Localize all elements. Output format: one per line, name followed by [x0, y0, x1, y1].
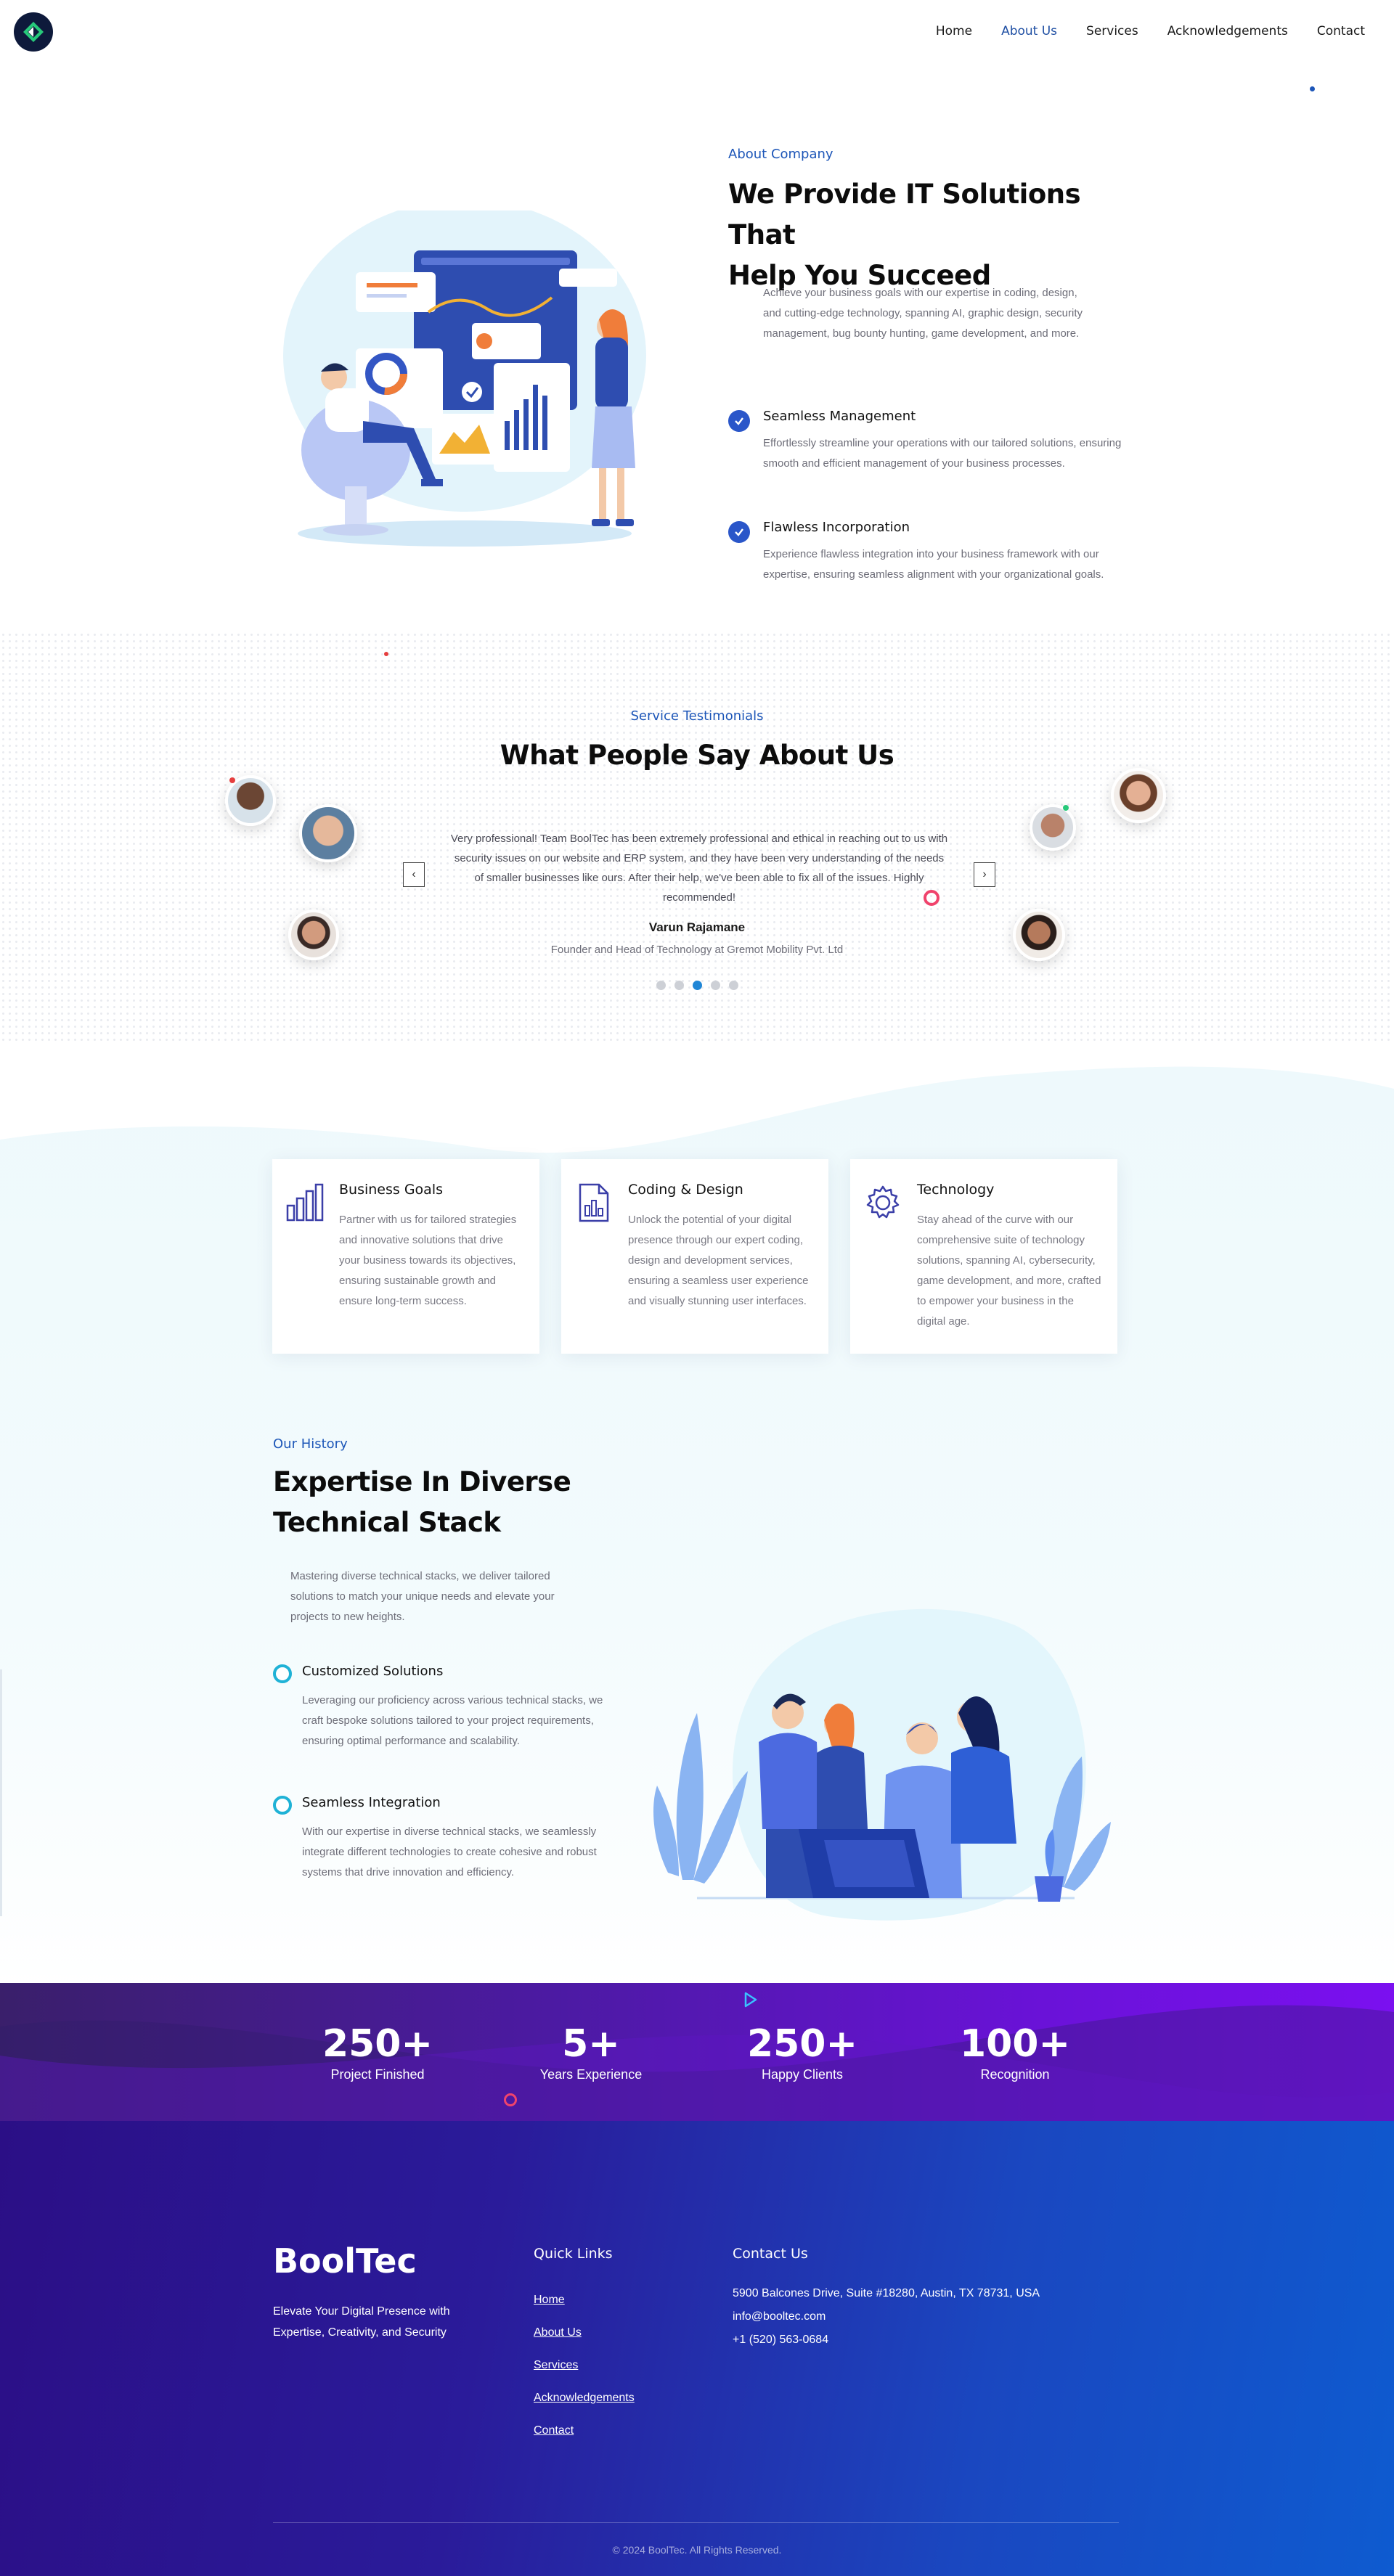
ring-icon	[273, 1664, 292, 1683]
contact-phone[interactable]: +1 (520) 563-0684	[733, 2328, 1040, 2352]
avatar	[1111, 768, 1166, 823]
site-footer: BoolTec Elevate Your Digital Presence wi…	[0, 2121, 1394, 2576]
play-icon	[743, 1992, 758, 2011]
slider-bullet[interactable]	[710, 981, 720, 990]
history-feature-2-title: Seamless Integration	[302, 1795, 441, 1810]
counter-label: Recognition	[980, 2067, 1050, 2082]
history-eyebrow: Our History	[273, 1436, 348, 1452]
service-card-title: Business Goals	[339, 1182, 443, 1198]
contact-email[interactable]: info@booltec.com	[733, 2305, 1040, 2328]
counter-label: Years Experience	[539, 2067, 643, 2082]
slider-bullet-active[interactable]	[692, 981, 702, 990]
contact-address: 5900 Balcones Drive, Suite #18280, Austi…	[733, 2287, 1040, 2299]
service-card-text: Partner with us for tailored strategies …	[339, 1214, 517, 1307]
slider-pagination	[0, 981, 1394, 990]
service-card-text: Stay ahead of the curve with our compreh…	[917, 1214, 1101, 1328]
counter-item: 100+ Recognition	[942, 2022, 1088, 2082]
testimonials-eyebrow: Service Testimonials	[630, 708, 764, 724]
counter-label: Project Finished	[330, 2067, 425, 2082]
site-header: Home About Us Services Acknowledgements …	[0, 0, 1394, 65]
chevron-left-icon: ‹	[412, 868, 416, 880]
about-intro: Achieve your business goals with our exp…	[763, 287, 1083, 340]
team-illustration	[639, 1597, 1118, 1931]
avatar	[1030, 804, 1076, 851]
slider-bullet[interactable]	[656, 981, 666, 990]
decorative-ring	[924, 890, 939, 906]
footer-divider	[273, 2522, 1119, 2523]
footer-brand[interactable]: BoolTec	[273, 2241, 417, 2281]
left-edge-line	[0, 1669, 2, 1916]
service-card-text: Unlock the potential of your digital pre…	[628, 1214, 809, 1307]
testimonials-title: What People Say About Us	[500, 740, 894, 771]
testimonial-next-button[interactable]: ›	[974, 862, 995, 887]
copyright: © 2024 BoolTec. All Rights Reserved.	[612, 2544, 782, 2556]
footer-link-about-us[interactable]: About Us	[534, 2326, 635, 2339]
service-card-title: Technology	[917, 1182, 995, 1198]
about-title-line-1: We Provide IT Solutions That	[728, 179, 1081, 250]
ring-icon	[273, 1796, 292, 1815]
decorative-ring	[504, 2093, 517, 2106]
chevron-right-icon: ›	[982, 868, 987, 880]
counter-value: 100+	[959, 2022, 1071, 2066]
service-card-business-goals: Business Goals Partner with us for tailo…	[272, 1159, 539, 1354]
counter-value: 250+	[322, 2022, 433, 2066]
contact-title: Contact Us	[733, 2246, 808, 2262]
about-feature-1-text: Effortlessly streamline your operations …	[763, 437, 1122, 470]
counter-item: 250+ Happy Clients	[730, 2022, 875, 2082]
counter-label: Happy Clients	[761, 2067, 844, 2082]
history-title-line-1: Expertise In Diverse	[273, 1466, 571, 1497]
footer-link-services[interactable]: Services	[534, 2359, 635, 2372]
check-icon	[728, 521, 750, 543]
testimonial-role: Founder and Head of Technology at Gremot…	[550, 944, 844, 956]
document-chart-icon	[579, 1183, 609, 1222]
quick-links-title: Quick Links	[534, 2246, 613, 2262]
counter-item: 5+ Years Experience	[518, 2022, 664, 2082]
main-nav: Home About Us Services Acknowledgements …	[936, 24, 1365, 38]
about-feature-2-text: Experience flawless integration into you…	[763, 548, 1104, 581]
check-icon	[728, 410, 750, 432]
service-card-coding-design: Coding & Design Unlock the potential of …	[561, 1159, 828, 1354]
slider-bullet[interactable]	[728, 981, 738, 990]
about-feature-2-title: Flawless Incorporation	[763, 520, 910, 535]
history-feature-1-title: Customized Solutions	[302, 1664, 444, 1679]
gear-icon	[866, 1185, 900, 1219]
counter-value: 250+	[746, 2022, 858, 2066]
nav-about-us[interactable]: About Us	[1001, 24, 1057, 38]
decorative-dot	[229, 777, 235, 783]
nav-contact[interactable]: Contact	[1317, 24, 1365, 38]
about-feature-1-title: Seamless Management	[763, 409, 916, 424]
counter-item: 250+ Project Finished	[305, 2022, 450, 2082]
quick-links-list: Home About Us Services Acknowledgements …	[534, 2294, 635, 2437]
testimonial-author: Varun Rajamane	[648, 920, 746, 934]
counters-band: 250+ Project Finished 5+ Years Experienc…	[0, 1983, 1394, 2121]
decorative-dot	[384, 652, 388, 656]
history-feature-1-text: Leveraging our proficiency across variou…	[302, 1694, 603, 1747]
service-card-technology: Technology Stay ahead of the curve with …	[850, 1159, 1117, 1354]
about-illustration	[269, 200, 690, 552]
about-title: We Provide IT Solutions That Help You Su…	[728, 174, 1135, 296]
about-eyebrow: About Company	[728, 147, 833, 162]
testimonial-prev-button[interactable]: ‹	[403, 862, 425, 887]
footer-link-contact[interactable]: Contact	[534, 2424, 635, 2437]
service-card-title: Coding & Design	[628, 1182, 743, 1198]
history-title-line-2: Technical Stack	[273, 1507, 501, 1538]
contact-details: 5900 Balcones Drive, Suite #18280, Austi…	[733, 2282, 1040, 2352]
counter-value: 5+	[562, 2022, 620, 2066]
nav-services[interactable]: Services	[1086, 24, 1138, 38]
testimonial-quote: Very professional! Team BoolTec has been…	[450, 833, 948, 904]
footer-link-home[interactable]: Home	[534, 2294, 635, 2307]
nav-home[interactable]: Home	[936, 24, 972, 38]
site-logo[interactable]	[14, 12, 53, 52]
nav-acknowledgements[interactable]: Acknowledgements	[1167, 24, 1288, 38]
decorative-dot	[1310, 86, 1315, 91]
avatar	[299, 804, 357, 862]
bar-chart-icon	[286, 1183, 324, 1222]
decorative-dot	[1063, 805, 1069, 811]
slider-bullet[interactable]	[674, 981, 684, 990]
history-feature-2-text: With our expertise in diverse technical …	[302, 1825, 597, 1878]
footer-link-acknowledgements[interactable]: Acknowledgements	[534, 2392, 635, 2405]
footer-tagline: Elevate Your Digital Presence with Exper…	[273, 2305, 450, 2339]
history-intro: Mastering diverse technical stacks, we d…	[290, 1570, 555, 1623]
history-title: Expertise In Diverse Technical Stack	[273, 1462, 680, 1543]
